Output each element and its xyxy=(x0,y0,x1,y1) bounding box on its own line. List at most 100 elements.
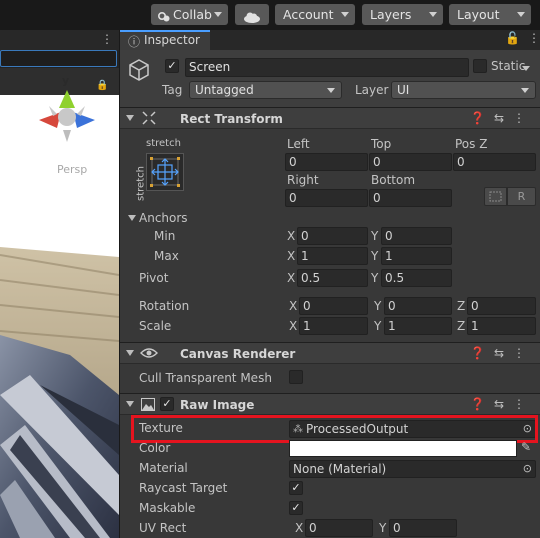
pivot-x-field[interactable]: 0.5 xyxy=(297,269,368,287)
rect-transform-header[interactable]: Rect Transform ❓⇆⋮ xyxy=(120,107,540,129)
info-icon: ⓘ xyxy=(128,35,141,49)
rot-z-field[interactable]: 0 xyxy=(467,297,536,315)
account-dropdown[interactable]: Account xyxy=(275,4,355,25)
left-field[interactable]: 0 xyxy=(285,153,368,171)
color-field[interactable] xyxy=(289,440,517,457)
fold-arrow-icon xyxy=(126,401,134,407)
max-label: Max xyxy=(154,249,179,263)
maskable-checkbox[interactable]: ✓ xyxy=(289,501,303,515)
tag-label: Tag xyxy=(162,83,183,97)
pivot-x-label: X xyxy=(287,271,296,285)
collab-button[interactable]: Collab xyxy=(151,4,228,25)
right-field[interactable]: 0 xyxy=(285,189,368,207)
scene-header: ⋮ xyxy=(0,30,119,50)
top-label: Top xyxy=(371,137,392,151)
uv-x-field[interactable]: 0 xyxy=(305,519,373,537)
object-name-field[interactable]: Screen xyxy=(185,58,469,77)
kebab-menu-icon[interactable]: ⋮ xyxy=(528,31,540,45)
chevron-down-icon xyxy=(517,12,525,17)
tab-inspector[interactable]: ⓘ Inspector xyxy=(120,30,210,50)
top-field[interactable]: 0 xyxy=(369,153,452,171)
top-toolbar: Collab Account Layers Layout xyxy=(0,0,540,30)
posz-field[interactable]: 0 xyxy=(453,153,536,171)
uv-y-label: Y xyxy=(379,521,387,535)
blueprint-mode-button[interactable] xyxy=(484,187,507,206)
static-checkbox[interactable] xyxy=(473,59,487,73)
kebab-menu-icon[interactable]: ⋮ xyxy=(101,32,113,46)
rotation-label: Rotation xyxy=(139,299,190,313)
raw-edit-button[interactable]: R xyxy=(507,187,536,206)
maskable-label: Maskable xyxy=(139,501,196,515)
blueprint-icon xyxy=(489,191,502,202)
fold-arrow-icon xyxy=(126,350,134,356)
anchor-preset-button[interactable] xyxy=(146,153,184,191)
collab-label: Collab xyxy=(173,7,212,22)
layout-dropdown[interactable]: Layout xyxy=(449,4,531,25)
fold-arrow-icon xyxy=(126,115,134,121)
collab-icon xyxy=(157,8,170,22)
scene-gizmo[interactable]: y xyxy=(35,74,99,146)
rect-transform-icon xyxy=(142,111,156,128)
canvas-renderer-header[interactable]: Canvas Renderer ❓⇆⋮ xyxy=(120,342,540,364)
scene-search-input[interactable] xyxy=(0,50,117,67)
bottom-field[interactable]: 0 xyxy=(369,189,452,207)
cloud-button[interactable] xyxy=(235,4,269,25)
persp-label: Persp xyxy=(57,163,88,176)
rot-y-field[interactable]: 0 xyxy=(384,297,452,315)
left-label: Left xyxy=(287,137,310,151)
eyedropper-icon[interactable]: ✎ xyxy=(521,440,531,454)
raw-image-header[interactable]: ✓ Raw Image ❓⇆⋮ xyxy=(120,393,540,415)
eye-icon xyxy=(140,347,158,362)
rot-x-label: X xyxy=(289,299,298,313)
component-icons[interactable]: ❓⇆⋮ xyxy=(470,397,534,411)
chevron-down-icon xyxy=(429,12,437,17)
min-x-label: X xyxy=(287,229,296,243)
tag-dropdown[interactable]: Untagged xyxy=(189,81,342,99)
max-y-field[interactable]: 1 xyxy=(381,247,452,265)
anchors-fold-icon[interactable] xyxy=(128,215,136,221)
min-x-field[interactable]: 0 xyxy=(297,227,368,245)
uv-y-field[interactable]: 0 xyxy=(389,519,457,537)
active-checkbox[interactable]: ✓ xyxy=(165,59,179,73)
max-x-field[interactable]: 1 xyxy=(297,247,368,265)
posz-label: Pos Z xyxy=(455,137,488,151)
cull-transparent-label: Cull Transparent Mesh xyxy=(139,371,272,385)
color-label: Color xyxy=(139,441,171,455)
color-swatch xyxy=(290,441,516,456)
max-y-label: Y xyxy=(371,249,379,263)
component-icons[interactable]: ❓⇆⋮ xyxy=(470,346,534,360)
chevron-down-icon[interactable] xyxy=(522,66,530,71)
lock-icon[interactable]: 🔓 xyxy=(505,31,520,45)
layer-label: Layer xyxy=(355,83,389,97)
scene-viewport[interactable] xyxy=(0,95,119,538)
min-label: Min xyxy=(154,229,176,243)
layers-dropdown[interactable]: Layers xyxy=(362,4,443,25)
tab-inspector-label: Inspector xyxy=(144,33,200,47)
axis-y-label: y xyxy=(62,74,70,87)
material-label: Material xyxy=(139,461,188,475)
rot-z-label: Z xyxy=(457,299,466,313)
lock-icon[interactable]: 🔒 xyxy=(96,80,108,91)
pivot-y-label: Y xyxy=(371,271,379,285)
component-icons[interactable]: ❓⇆⋮ xyxy=(470,111,534,125)
layer-dropdown[interactable]: UI xyxy=(391,81,536,99)
layout-label: Layout xyxy=(457,7,500,22)
scale-z-field[interactable]: 1 xyxy=(467,317,536,335)
scale-x-field[interactable]: 1 xyxy=(299,317,368,335)
raycast-target-checkbox[interactable]: ✓ xyxy=(289,481,303,495)
rot-x-field[interactable]: 0 xyxy=(299,297,368,315)
raw-image-enabled-checkbox[interactable]: ✓ xyxy=(160,397,174,411)
pivot-y-field[interactable]: 0.5 xyxy=(381,269,452,287)
material-field[interactable]: None (Material) ⊙ xyxy=(289,460,536,478)
scale-y-label: Y xyxy=(374,319,382,333)
cull-transparent-checkbox[interactable] xyxy=(289,370,303,384)
scene-render xyxy=(0,95,119,538)
layers-label: Layers xyxy=(370,7,412,22)
scale-y-field[interactable]: 1 xyxy=(384,317,452,335)
rot-y-label: Y xyxy=(374,299,382,313)
raw-image-title: Raw Image xyxy=(180,398,255,412)
max-x-label: X xyxy=(287,249,296,263)
anchor-preset-icon xyxy=(150,157,180,187)
object-picker-icon[interactable]: ⊙ xyxy=(523,461,532,477)
min-y-field[interactable]: 0 xyxy=(381,227,452,245)
